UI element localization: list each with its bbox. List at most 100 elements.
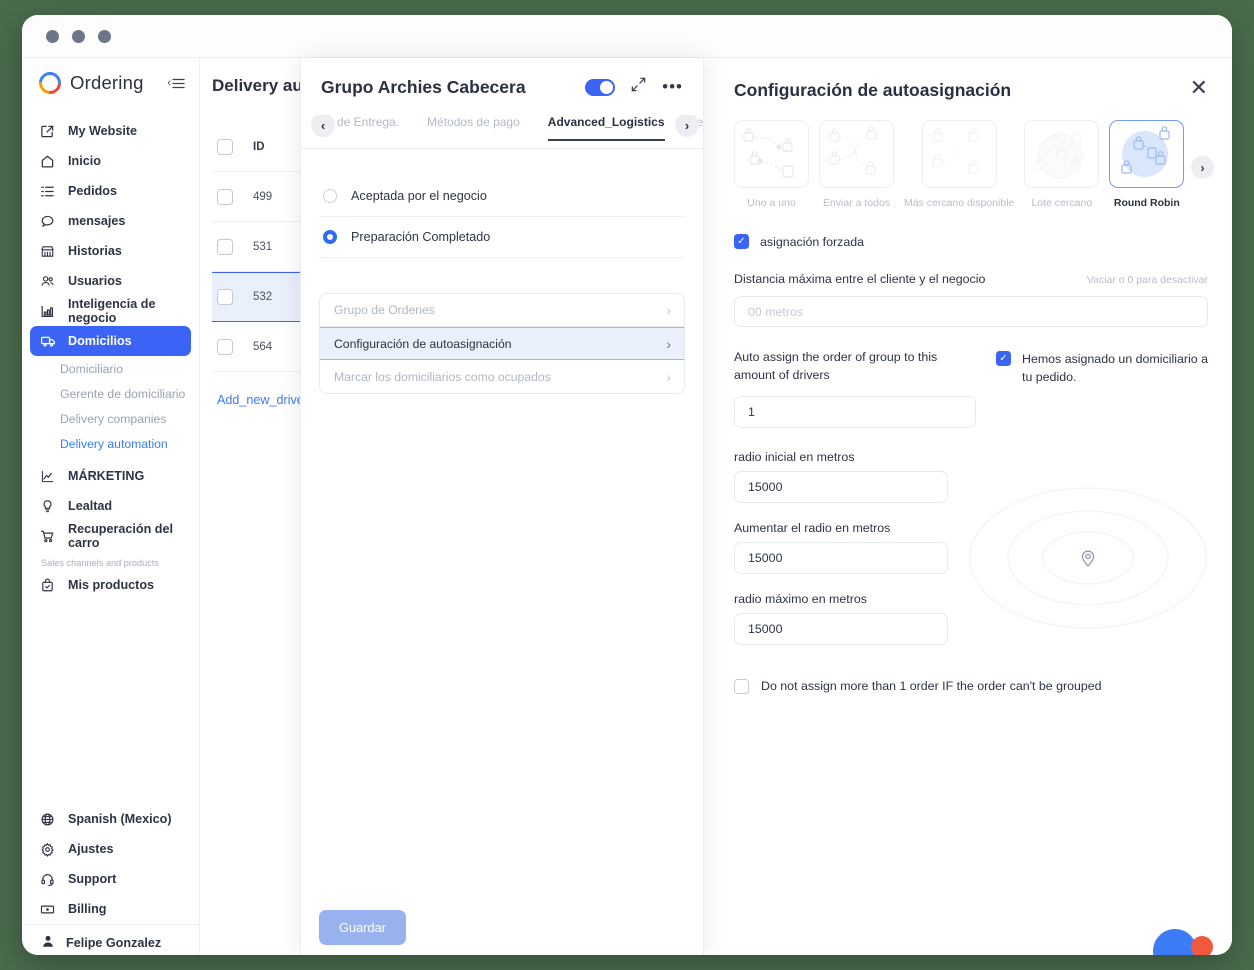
- row-checkbox[interactable]: [217, 188, 233, 205]
- sidebar-item-support[interactable]: Support: [30, 864, 191, 894]
- app-body: Ordering ‹ My Website Inicio Pedidos men…: [22, 58, 1232, 955]
- strategy-thumbnail: [734, 120, 809, 188]
- strategy-thumbnail: [819, 120, 894, 188]
- expand-arrows-icon[interactable]: [630, 76, 647, 98]
- tab-advanced-logistics[interactable]: Advanced_Logistics: [547, 115, 665, 141]
- group-enabled-toggle[interactable]: [585, 78, 616, 96]
- bar-chart-icon: [39, 303, 56, 320]
- no-group-option-row[interactable]: Do not assign more than 1 order IF the o…: [734, 678, 1208, 694]
- select-all-checkbox[interactable]: [217, 138, 233, 155]
- ellipsis-icon[interactable]: •••: [662, 78, 683, 95]
- tab-metodos-de-pago[interactable]: Métodos de pago: [427, 115, 520, 139]
- save-button[interactable]: Guardar: [319, 910, 406, 945]
- collapse-menu-icon[interactable]: ‹: [167, 77, 185, 89]
- row-id: 531: [253, 240, 273, 253]
- sidebar-item-label: Recuperación del carro: [68, 522, 173, 550]
- sidebar-item-my-website[interactable]: My Website: [30, 116, 191, 146]
- assigned-notice-row[interactable]: ✓ Hemos asignado un domiciliario a tu pe…: [996, 349, 1208, 428]
- chevron-right-icon: ›: [666, 302, 671, 318]
- sidebar-item-marketing[interactable]: MÁRKETING: [30, 461, 191, 491]
- window-maximize-dot[interactable]: [98, 29, 111, 43]
- sidebar-item-label: Inteligencia de negocio: [68, 297, 156, 325]
- sidebar-item-language[interactable]: Spanish (Mexico): [30, 804, 191, 834]
- sidebar-item-recuperacion-del-carro[interactable]: Recuperación del carro: [30, 521, 191, 551]
- radius-max-input[interactable]: [734, 612, 948, 645]
- lightbulb-icon: [39, 498, 56, 515]
- radio-aceptada-por-el-negocio[interactable]: Aceptada por el negocio: [319, 176, 685, 217]
- sidebar-item-pedidos[interactable]: Pedidos: [30, 176, 191, 206]
- no-group-option-checkbox[interactable]: [734, 678, 749, 694]
- sidebar-item-label: Historias: [68, 244, 122, 258]
- auto-assign-input[interactable]: [734, 395, 976, 428]
- users-icon: [39, 273, 56, 290]
- tabs-prev-button[interactable]: ‹: [311, 115, 335, 137]
- sidebar-item-historias[interactable]: Historias: [30, 236, 191, 266]
- strategy-uno-a-uno[interactable]: Uno a uno: [734, 120, 809, 209]
- radio-indicator: [323, 189, 337, 203]
- option-label: Marcar los domiciliarios como ocupados: [334, 369, 551, 384]
- radio-preparacion-completado[interactable]: Preparación Completado: [319, 217, 685, 258]
- group-detail-body: Aceptada por el negocio Preparación Comp…: [301, 149, 703, 900]
- sidebar-item-inteligencia-de-negocio[interactable]: Inteligencia de negocio: [30, 296, 191, 326]
- strategy-round-robin[interactable]: Round Robin: [1109, 120, 1185, 209]
- auto-assign-label: Auto assign the order of group to this a…: [734, 350, 938, 382]
- sidebar-item-ajustes[interactable]: Ajustes: [30, 834, 191, 864]
- sidebar-item-label: mensajes: [68, 214, 126, 228]
- sidebar-item-label: My Website: [68, 124, 138, 138]
- sidebar-item-gerente-de-domiciliario[interactable]: Gerente de domiciliario: [22, 381, 199, 406]
- option-marcar-domiciliarios-ocupados[interactable]: Marcar los domiciliarios como ocupados ›: [320, 360, 684, 393]
- max-distance-hint: Vaciar o 0 para desactivar: [1086, 274, 1208, 286]
- sidebar-item-delivery-automation[interactable]: Delivery automation: [22, 431, 199, 456]
- window-close-dot[interactable]: [46, 29, 59, 43]
- sidebar-item-delivery-companies[interactable]: Delivery companies: [22, 406, 199, 431]
- max-distance-input[interactable]: [734, 296, 1208, 327]
- sidebar-item-billing[interactable]: Billing: [30, 894, 191, 924]
- strategy-carousel: Uno a uno Enviar a todos Más cercano dis…: [734, 120, 1214, 209]
- sidebar: Ordering ‹ My Website Inicio Pedidos men…: [22, 58, 200, 955]
- tab-de-entrega[interactable]: de Entrega.: [337, 115, 399, 139]
- forced-assignment-label: asignación forzada: [760, 234, 865, 249]
- bag-check-icon: [39, 577, 56, 594]
- map-pin-icon: [1081, 551, 1095, 568]
- strategy-enviar-a-todos[interactable]: Enviar a todos: [819, 120, 894, 209]
- sidebar-item-usuarios[interactable]: Usuarios: [30, 266, 191, 296]
- row-checkbox[interactable]: [217, 289, 233, 305]
- browser-window: Ordering ‹ My Website Inicio Pedidos men…: [22, 15, 1232, 955]
- window-minimize-dot[interactable]: [72, 29, 85, 43]
- option-label: Configuración de autoasignación: [334, 336, 512, 351]
- option-label: Grupo de Ordenes: [334, 303, 435, 317]
- close-icon[interactable]: ✕: [1190, 77, 1208, 99]
- home-icon: [39, 153, 56, 170]
- group-tabs: ‹ de Entrega. Métodos de pago Advanced_L…: [301, 115, 703, 149]
- option-configuracion-de-autoasignacion[interactable]: Configuración de autoasignación ›: [320, 327, 684, 360]
- store-icon: [39, 243, 56, 260]
- sidebar-user-profile[interactable]: Felipe Gonzalez: [22, 924, 199, 951]
- strategy-mas-cercano-disponible[interactable]: Más cercano disponible: [904, 120, 1014, 209]
- row-checkbox[interactable]: [217, 338, 233, 355]
- radius-preview-map: [968, 450, 1208, 663]
- assigned-notice-checkbox[interactable]: ✓: [996, 351, 1011, 366]
- row-checkbox[interactable]: [217, 238, 233, 255]
- sidebar-item-label: Spanish (Mexico): [68, 812, 172, 826]
- sidebar-item-label: Support: [68, 872, 117, 886]
- auto-assign-field: Auto assign the order of group to this a…: [734, 349, 976, 428]
- sidebar-item-domicilios[interactable]: Domicilios: [30, 326, 191, 356]
- radius-increment-input[interactable]: [734, 541, 948, 574]
- strategy-lote-cercano[interactable]: Lote cercano: [1024, 120, 1100, 209]
- radius-initial-input[interactable]: [734, 470, 948, 503]
- strategy-label: Round Robin: [1113, 197, 1180, 209]
- column-header-id: ID: [253, 140, 265, 153]
- strategy-thumbnail: [1024, 120, 1100, 188]
- sidebar-item-domiciliario[interactable]: Domiciliario: [22, 356, 199, 381]
- forced-assignment-row[interactable]: ✓ asignación forzada: [734, 234, 1208, 249]
- trending-up-icon: [39, 468, 56, 485]
- forced-assignment-checkbox[interactable]: ✓: [734, 234, 749, 249]
- brand-name: Ordering: [70, 72, 144, 93]
- sidebar-item-mensajes[interactable]: mensajes: [30, 206, 191, 236]
- option-grupo-de-ordenes[interactable]: Grupo de Ordenes ›: [320, 294, 684, 327]
- strategy-label: Uno a uno: [747, 197, 796, 209]
- sidebar-item-mis-productos[interactable]: Mis productos: [30, 570, 191, 600]
- sidebar-item-lealtad[interactable]: Lealtad: [30, 491, 191, 521]
- strategy-carousel-next-button[interactable]: ›: [1191, 156, 1214, 179]
- sidebar-item-inicio[interactable]: Inicio: [30, 146, 191, 176]
